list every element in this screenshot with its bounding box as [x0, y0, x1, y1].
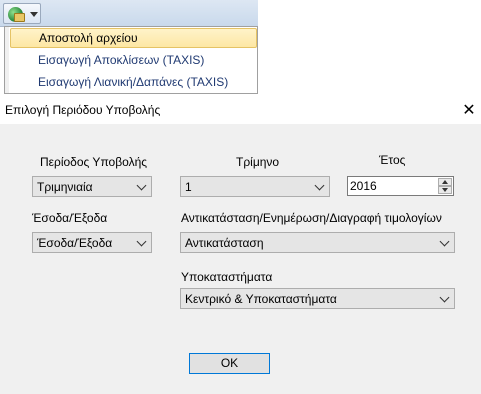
menu-item-send-file[interactable]: Αποστολή αρχείου — [10, 28, 257, 48]
quarter-label: Τρίμηνο — [236, 155, 280, 169]
toolbar — [0, 0, 258, 27]
inout-label: Έσοδα/Έξοδα — [32, 211, 108, 225]
action-select[interactable]: Αντικατάσταση — [180, 232, 455, 253]
spin-up-button[interactable] — [438, 178, 452, 186]
year-stepper-buttons — [438, 178, 452, 194]
chevron-down-icon — [439, 236, 450, 247]
branches-select-value: Κεντρικό & Υποκαταστήματα — [185, 292, 337, 306]
menu-item-import-deviations[interactable]: Εισαγωγή Αποκλίσεων (TAXIS) — [10, 50, 257, 70]
caret-up-icon — [442, 180, 448, 184]
chevron-down-icon — [314, 180, 325, 191]
chevron-down-icon — [136, 180, 147, 191]
send-file-icon — [8, 7, 25, 22]
caret-down-icon — [442, 188, 448, 192]
ok-button[interactable]: OK — [189, 353, 270, 374]
dialog-body: Περίοδος Υποβολής Τρίμηνο Έτος Τριμηνιαί… — [0, 124, 481, 394]
year-stepper[interactable]: 2016 — [347, 176, 454, 196]
period-selection-dialog: Επιλογή Περιόδου Υποβολής ✕ Περίοδος Υπο… — [0, 98, 481, 394]
menu-gutter — [5, 27, 9, 93]
branches-select[interactable]: Κεντρικό & Υποκαταστήματα — [180, 288, 455, 309]
year-label: Έτος — [379, 153, 406, 167]
year-stepper-value: 2016 — [350, 179, 377, 193]
spin-down-button[interactable] — [438, 186, 452, 194]
branches-label: Υποκαταστήματα — [181, 270, 273, 284]
period-select-value: Τριμηνιαία — [37, 180, 93, 194]
inout-select-value: Έσοδα/Έξοδα — [37, 236, 113, 250]
dropdown-menu: Αποστολή αρχείου Εισαγωγή Αποκλίσεων (TA… — [4, 26, 258, 94]
chevron-down-icon[interactable] — [30, 12, 38, 17]
close-icon[interactable]: ✕ — [458, 100, 480, 122]
chevron-down-icon — [136, 236, 147, 247]
period-label: Περίοδος Υποβολής — [40, 155, 148, 169]
quarter-select[interactable]: 1 — [180, 176, 330, 197]
action-label: Αντικατάσταση/Ενημέρωση/Διαγραφή τιμολογ… — [181, 211, 442, 225]
inout-select[interactable]: Έσοδα/Έξοδα — [32, 232, 152, 253]
quarter-select-value: 1 — [185, 180, 192, 194]
menu-item-import-retail-expenses[interactable]: Εισαγωγή Λιανική/Δαπάνες (TAXIS) — [10, 72, 257, 92]
send-split-button[interactable] — [3, 3, 41, 24]
dialog-title: Επιλογή Περιόδου Υποβολής — [5, 103, 161, 117]
action-select-value: Αντικατάσταση — [185, 236, 264, 250]
chevron-down-icon — [439, 292, 450, 303]
period-select[interactable]: Τριμηνιαία — [32, 176, 152, 197]
dialog-titlebar: Επιλογή Περιόδου Υποβολής ✕ — [0, 98, 481, 124]
